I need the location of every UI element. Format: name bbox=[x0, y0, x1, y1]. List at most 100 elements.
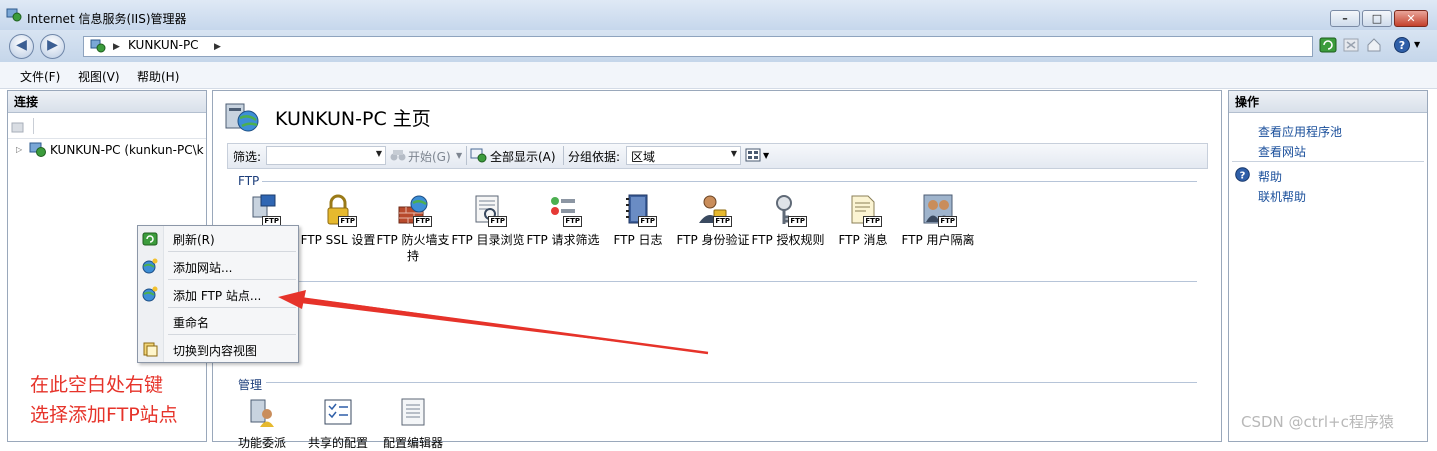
ctx-switch-content-view[interactable]: 切换到内容视图 bbox=[173, 342, 257, 359]
maximize-glyph: □ bbox=[1371, 12, 1383, 25]
address-path[interactable]: KUNKUN-PC bbox=[128, 38, 199, 52]
filter-separator-2 bbox=[563, 146, 564, 165]
shared-config-icon bbox=[324, 399, 352, 425]
forward-arrow-icon: ▶ bbox=[47, 37, 58, 53]
feature-ftp-messages[interactable]: FTP FTP 消息 bbox=[825, 193, 901, 248]
feature-ftp-firewall[interactable]: FTP FTP 防火墙支持 bbox=[375, 193, 451, 264]
page-title: KUNKUN-PC 主页 bbox=[275, 108, 431, 130]
feature-ftp-request-filter[interactable]: FTP FTP 请求筛选 bbox=[525, 193, 601, 248]
group-by-dropdown-icon[interactable]: ▼ bbox=[731, 149, 737, 158]
server-home-icon bbox=[225, 103, 259, 132]
feature-label: 功能委派 bbox=[237, 436, 286, 450]
feature-ftp-directory-browse[interactable]: FTP FTP 目录浏览 bbox=[450, 193, 526, 248]
close-button[interactable]: ✕ bbox=[1394, 10, 1428, 27]
server-icon bbox=[90, 39, 106, 53]
add-website-icon bbox=[142, 258, 158, 274]
feature-shared-config[interactable]: 共享的配置 bbox=[300, 396, 376, 451]
filter-separator bbox=[466, 146, 467, 165]
action-help[interactable]: 帮助 bbox=[1258, 168, 1282, 185]
forward-button[interactable]: ▶ bbox=[40, 34, 65, 59]
help-dropdown-icon[interactable]: ▼ bbox=[1414, 40, 1420, 49]
server-node-icon bbox=[29, 142, 46, 157]
close-glyph: ✕ bbox=[1406, 12, 1416, 25]
feature-label: FTP 用户隔离 bbox=[901, 233, 975, 247]
connect-icon[interactable] bbox=[11, 120, 25, 134]
ctx-separator bbox=[168, 251, 296, 252]
maximize-button[interactable]: □ bbox=[1362, 10, 1392, 27]
menu-view[interactable]: 视图(V) bbox=[78, 68, 120, 85]
binoculars-icon bbox=[390, 150, 406, 161]
connections-toolbar bbox=[8, 113, 206, 139]
help-icon[interactable]: ? bbox=[1393, 36, 1411, 54]
svg-text:?: ? bbox=[1399, 39, 1405, 52]
feature-ftp-user-isolation[interactable]: FTP FTP 用户隔离 bbox=[900, 193, 976, 248]
section-management-label: 管理 bbox=[238, 378, 263, 392]
feature-ftp-ssl[interactable]: FTP FTP SSL 设置 bbox=[300, 193, 376, 248]
address-separator: ▶ bbox=[113, 42, 120, 52]
feature-config-editor[interactable]: 配置编辑器 bbox=[375, 396, 451, 451]
feature-label: FTP 身份验证 bbox=[676, 233, 750, 247]
menu-bar bbox=[0, 62, 1437, 89]
feature-ftp-authorization[interactable]: FTP FTP 授权规则 bbox=[750, 193, 826, 248]
start-dropdown-icon[interactable]: ▼ bbox=[456, 151, 462, 160]
refresh-icon bbox=[142, 232, 158, 246]
view-mode-icon[interactable] bbox=[745, 148, 761, 162]
home-icon[interactable] bbox=[1365, 36, 1383, 54]
feature-label: 配置编辑器 bbox=[382, 436, 443, 450]
ctx-add-website[interactable]: 添加网站... bbox=[173, 259, 232, 276]
svg-text:?: ? bbox=[1240, 171, 1246, 182]
watermark: CSDN @ctrl+c程序猿 bbox=[1241, 413, 1394, 431]
annotation-line-2: 选择添加FTP站点 bbox=[30, 404, 178, 426]
feature-label: FTP 日志 bbox=[613, 233, 663, 247]
start-button[interactable]: 开始(G) bbox=[408, 148, 451, 165]
show-all-button[interactable]: 全部显示(A) bbox=[490, 148, 556, 165]
feature-label: FTP 消息 bbox=[838, 233, 888, 247]
feature-ftp-log[interactable]: FTP FTP 日志 bbox=[600, 193, 676, 248]
back-arrow-icon: ◀ bbox=[16, 37, 27, 53]
address-bar[interactable] bbox=[83, 36, 1313, 57]
iis-app-icon bbox=[6, 8, 22, 22]
filter-dropdown-icon[interactable]: ▼ bbox=[376, 149, 382, 158]
connections-header: 连接 bbox=[8, 91, 206, 113]
minimize-button[interactable]: – bbox=[1330, 10, 1360, 27]
feature-delegation[interactable]: 功能委派 bbox=[224, 396, 300, 451]
action-view-sites[interactable]: 查看网站 bbox=[1258, 143, 1306, 160]
show-all-icon bbox=[470, 148, 487, 163]
ctx-rename[interactable]: 重命名 bbox=[173, 314, 209, 331]
filter-label: 筛选: bbox=[233, 150, 262, 164]
stop-icon[interactable] bbox=[1342, 36, 1360, 54]
refresh-icon[interactable] bbox=[1319, 36, 1337, 54]
group-by-select[interactable]: 区域 ▼ bbox=[626, 146, 741, 165]
feature-label: FTP 授权规则 bbox=[751, 233, 825, 247]
feature-label: FTP 目录浏览 bbox=[451, 233, 525, 247]
action-view-app-pools[interactable]: 查看应用程序池 bbox=[1258, 123, 1342, 140]
annotation-arrow bbox=[278, 290, 709, 355]
section-management-divider bbox=[266, 382, 1197, 383]
menu-file[interactable]: 文件(F) bbox=[20, 68, 60, 85]
ctx-add-ftp-site[interactable]: 添加 FTP 站点... bbox=[173, 287, 261, 304]
feature-ftp-authentication[interactable]: FTP FTP 身份验证 bbox=[675, 193, 751, 248]
feature-label: FTP 防火墙支持 bbox=[376, 233, 450, 263]
action-online-help[interactable]: 联机帮助 bbox=[1258, 188, 1306, 205]
window-title: Internet 信息服务(IIS)管理器 bbox=[27, 12, 187, 26]
tree-expand-icon[interactable]: ▷ bbox=[16, 145, 22, 154]
add-ftp-site-icon bbox=[142, 286, 158, 302]
group-by-label: 分组依据: bbox=[568, 150, 621, 164]
feature-label: FTP 请求筛选 bbox=[526, 233, 600, 247]
address-separator-trailing: ▶ bbox=[214, 42, 221, 52]
ctx-refresh[interactable]: 刷新(R) bbox=[173, 231, 215, 248]
section-ftp-label: FTP bbox=[238, 174, 260, 188]
toolbar-divider bbox=[33, 118, 34, 134]
actions-header: 操作 bbox=[1229, 91, 1427, 113]
tree-root-node[interactable]: KUNKUN-PC (kunkun-PC\kunkun) bbox=[50, 143, 204, 157]
back-button[interactable]: ◀ bbox=[9, 34, 34, 59]
menu-help[interactable]: 帮助(H) bbox=[137, 68, 179, 85]
actions-divider bbox=[1232, 161, 1424, 162]
delegation-icon bbox=[250, 399, 274, 427]
config-editor-icon bbox=[401, 398, 425, 426]
annotation-line-1: 在此空白处右键 bbox=[30, 374, 164, 396]
view-mode-dropdown-icon[interactable]: ▼ bbox=[763, 151, 769, 160]
filter-input[interactable]: ▼ bbox=[266, 146, 386, 165]
title-bar bbox=[0, 0, 1437, 30]
feature-label: 共享的配置 bbox=[307, 436, 368, 450]
